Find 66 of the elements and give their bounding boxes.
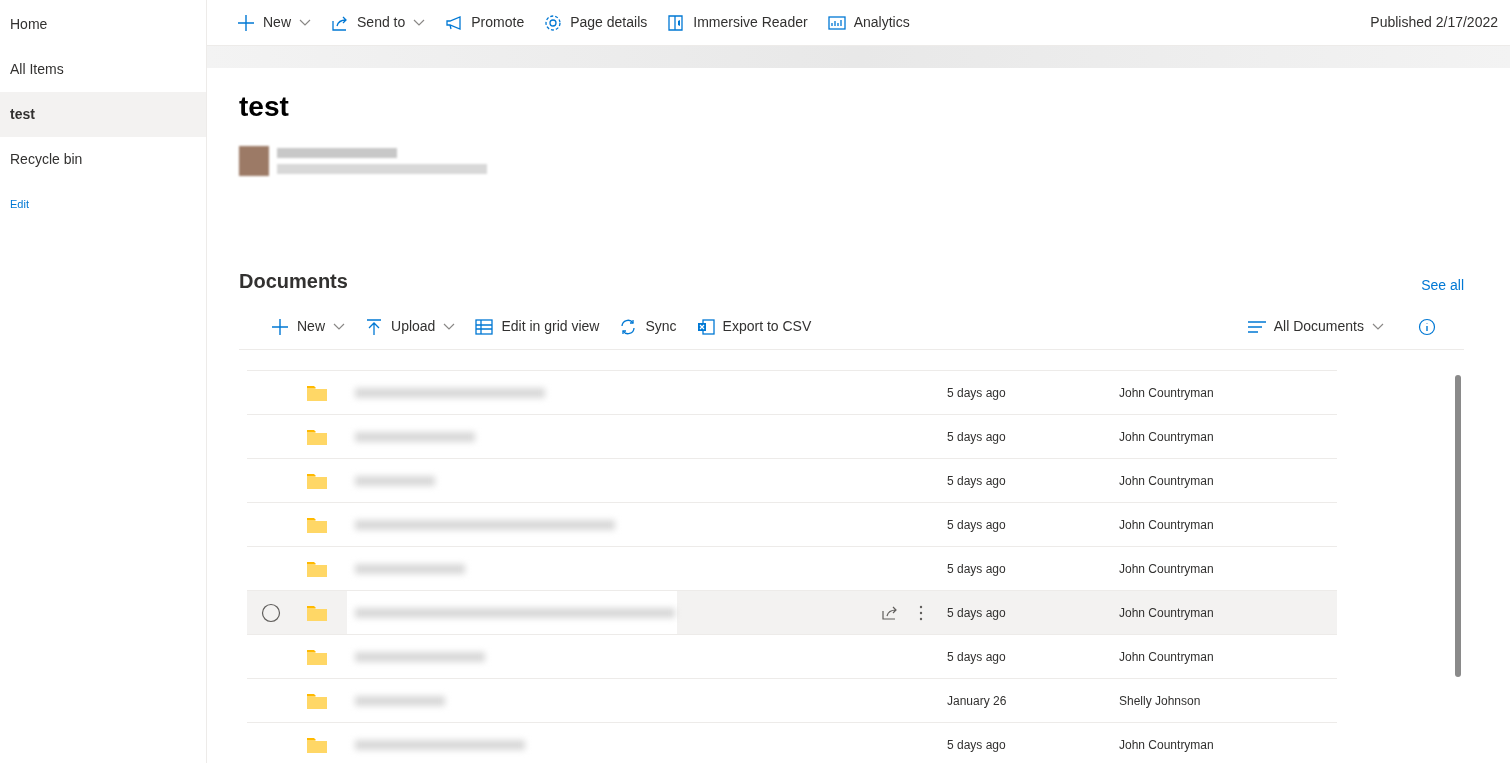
megaphone-icon: [445, 13, 464, 32]
folder-icon: [307, 516, 327, 533]
book-icon: [667, 13, 686, 32]
modified-by-cell-text: John Countryman: [1119, 428, 1214, 446]
share-icon[interactable]: [881, 604, 899, 621]
modified-by-cell-text: John Countryman: [1119, 736, 1214, 754]
modified-cell-text: 5 days ago: [947, 516, 1007, 534]
nav-item[interactable]: Home: [0, 2, 206, 47]
modified-by-cell-text: John Countryman: [1119, 604, 1214, 622]
modified-cell-text: 5 days ago: [947, 560, 1007, 578]
modified-by-cell-text: John Countryman: [1119, 516, 1214, 534]
modified-cell-text: 5 days ago: [947, 384, 1007, 402]
sync-icon: [619, 317, 638, 336]
folder-icon: [307, 428, 327, 445]
folder-icon: [307, 692, 327, 709]
list-icon: [1247, 320, 1266, 333]
settings-icon: [544, 13, 563, 32]
grid-button[interactable]: Edit in grid view: [475, 316, 600, 337]
megaphone-button[interactable]: Promote: [445, 12, 525, 33]
share-button[interactable]: Send to: [331, 12, 426, 33]
modified-cell-text: January 26: [947, 692, 1008, 710]
modified-cell-text: 5 days ago: [947, 736, 1007, 754]
section-title: Documents: [239, 269, 348, 294]
scrollbar[interactable]: [1455, 375, 1461, 677]
folder-icon: [307, 736, 327, 753]
upload-button[interactable]: Upload: [365, 316, 456, 337]
radio-circle-icon[interactable]: [261, 602, 281, 623]
folder-icon: [307, 472, 327, 489]
folder-icon: [307, 384, 327, 401]
nav-item[interactable]: test: [0, 92, 206, 137]
modified-by-cell-text: John Countryman: [1119, 384, 1214, 402]
sync-button[interactable]: Sync: [619, 316, 677, 337]
folder-row[interactable]: 5 days ago John Countryman: [247, 591, 1337, 635]
folder-icon: [307, 648, 327, 665]
modified-by-cell-text: John Countryman: [1119, 560, 1214, 578]
plus-button[interactable]: New: [271, 316, 345, 337]
chart-icon: [827, 13, 846, 32]
page-title: test: [239, 90, 290, 124]
folder-icon: [307, 560, 327, 577]
modified-cell-text: 5 days ago: [947, 648, 1007, 666]
upload-icon: [365, 317, 383, 336]
grid-icon: [475, 317, 494, 336]
more-icon[interactable]: [919, 604, 923, 621]
publish-status: Published 2/17/2022: [1370, 13, 1498, 32]
nav-item[interactable]: All Items: [0, 47, 206, 92]
modified-cell-text: 5 days ago: [947, 604, 1007, 622]
modified-by-cell-text: Shelly Johnson: [1119, 692, 1201, 710]
spreadsheet-icon: [696, 317, 715, 336]
chevron-down-icon: [1372, 322, 1384, 331]
see-all-link[interactable]: See all: [1421, 275, 1464, 296]
plus-button[interactable]: New: [237, 12, 311, 33]
info-icon[interactable]: [1418, 317, 1436, 336]
chart-button[interactable]: Analytics: [827, 12, 910, 33]
view-selector[interactable]: All Documents: [1247, 316, 1384, 337]
folder-icon: [307, 604, 327, 621]
modified-by-cell-text: John Countryman: [1119, 648, 1214, 666]
edit-link[interactable]: Edit: [0, 196, 39, 213]
settings-button[interactable]: Page details: [544, 12, 648, 33]
plus-icon: [271, 317, 289, 336]
plus-icon: [237, 13, 255, 32]
nav-item[interactable]: Recycle bin: [0, 137, 206, 182]
modified-cell-text: 5 days ago: [947, 428, 1007, 446]
modified-by-cell-text: John Countryman: [1119, 472, 1214, 490]
modified-cell-text: 5 days ago: [947, 472, 1007, 490]
book-button[interactable]: Immersive Reader: [667, 12, 808, 33]
spreadsheet-button[interactable]: Export to CSV: [696, 316, 812, 337]
